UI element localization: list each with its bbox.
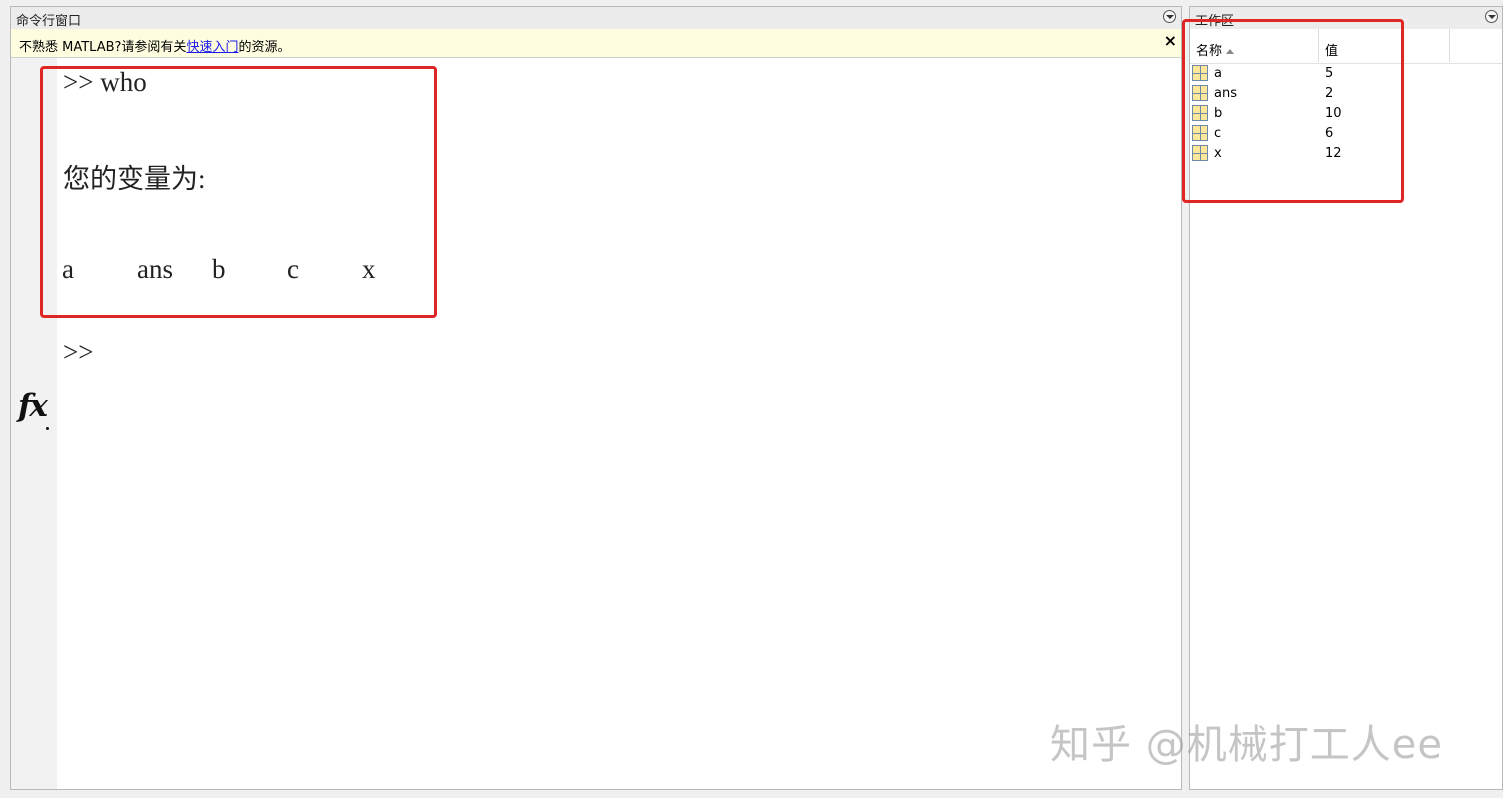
- variable-value: 2: [1325, 86, 1334, 101]
- command-window-title: 命令行窗口: [16, 14, 82, 29]
- variable-value: 5: [1325, 66, 1334, 81]
- variable-icon: [1192, 125, 1208, 141]
- command-window-titlebar: 命令行窗口: [11, 7, 1181, 30]
- variables-heading: 您的变量为:: [63, 164, 206, 194]
- variable-list-item: ans: [137, 254, 173, 284]
- workspace-row[interactable]: ans 2: [1190, 84, 1490, 104]
- workspace-row[interactable]: a 5: [1190, 64, 1490, 84]
- function-browser-icon[interactable]: fx: [18, 388, 49, 430]
- variable-list-item: a: [62, 254, 74, 284]
- variable-name: c: [1214, 126, 1222, 141]
- command-history-line: >> who: [63, 67, 147, 97]
- variable-name: x: [1214, 146, 1222, 161]
- variable-value: 12: [1325, 146, 1342, 161]
- variable-value: 6: [1325, 126, 1334, 141]
- notice-prefix: 不熟悉 MATLAB?请参阅有关: [19, 40, 187, 55]
- command-prompt[interactable]: >>: [63, 337, 93, 368]
- close-icon[interactable]: ×: [1164, 32, 1177, 50]
- workspace-table-header: 名称 值: [1190, 29, 1502, 64]
- workspace-row[interactable]: b 10: [1190, 104, 1490, 124]
- workspace-row[interactable]: x 12: [1190, 144, 1490, 164]
- command-window: 命令行窗口 不熟悉 MATLAB?请参阅有关快速入门的资源。 × fx >> w…: [10, 6, 1182, 790]
- variable-list-item: b: [212, 254, 226, 284]
- variable-icon: [1192, 65, 1208, 81]
- variable-icon: [1192, 85, 1208, 101]
- column-divider[interactable]: [1318, 29, 1319, 62]
- variable-icon: [1192, 145, 1208, 161]
- panel-menu-icon[interactable]: [1485, 10, 1498, 23]
- workspace-panel: 工作区 名称 值 a 5 ans 2 b 10 c 6 x 12: [1189, 6, 1503, 790]
- variable-list-item: c: [287, 254, 299, 284]
- name-column-header[interactable]: 名称: [1196, 40, 1235, 59]
- workspace-row[interactable]: c 6: [1190, 124, 1490, 144]
- notice-text: 不熟悉 MATLAB?请参阅有关快速入门的资源。: [19, 36, 290, 55]
- notice-suffix: 的资源。: [238, 40, 291, 55]
- getting-started-notice: 不熟悉 MATLAB?请参阅有关快速入门的资源。 ×: [11, 29, 1181, 58]
- variable-name: b: [1214, 106, 1223, 121]
- command-gutter: fx: [11, 58, 57, 789]
- sort-ascending-icon: [1226, 49, 1235, 54]
- panel-menu-icon[interactable]: [1163, 10, 1176, 23]
- column-divider[interactable]: [1449, 29, 1450, 62]
- name-column-label: 名称: [1196, 44, 1223, 59]
- variable-name: a: [1214, 66, 1222, 81]
- value-column-header[interactable]: 值: [1325, 40, 1338, 59]
- variable-name: ans: [1214, 86, 1237, 101]
- variable-list-item: x: [362, 254, 376, 284]
- variable-icon: [1192, 105, 1208, 121]
- quick-start-link[interactable]: 快速入门: [186, 40, 238, 55]
- workspace-title: 工作区: [1195, 14, 1235, 29]
- watermark: 知乎 @机械打工人ee: [1050, 722, 1443, 768]
- variable-value: 10: [1325, 106, 1342, 121]
- workspace-titlebar: 工作区: [1190, 7, 1502, 30]
